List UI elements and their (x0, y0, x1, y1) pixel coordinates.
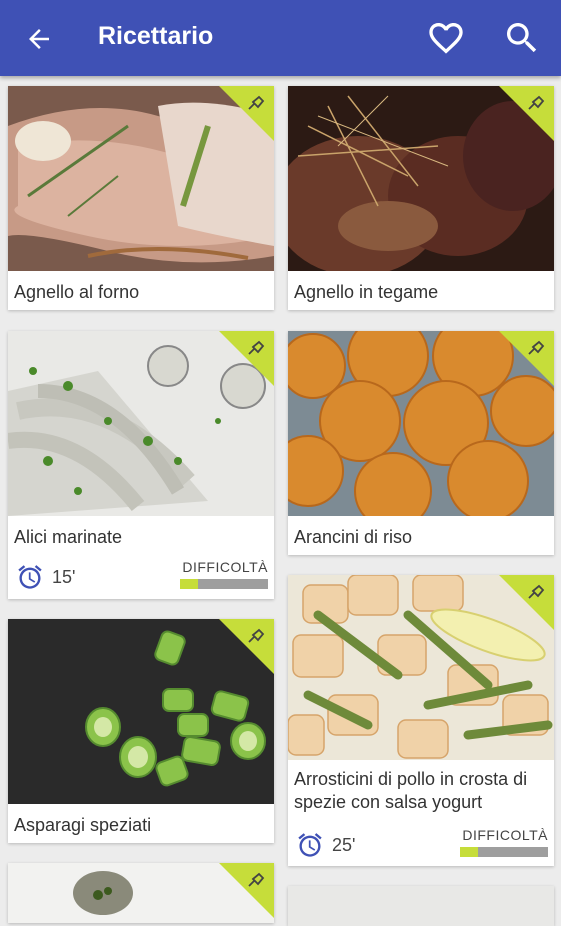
recipe-card[interactable]: Agnello in tegame (288, 86, 554, 310)
recipe-name: Alici marinate (14, 527, 123, 547)
recipe-card[interactable] (288, 886, 554, 926)
bookmark-ribbon-icon (219, 86, 274, 141)
recipe-card[interactable] (8, 863, 274, 923)
difficulty-label: DIFFICOLTÀ (462, 827, 548, 843)
difficulty-fill (460, 847, 478, 857)
page-title: Ricettario (98, 22, 214, 50)
alarm-clock-icon (298, 833, 322, 857)
app-bar: Ricettario (0, 0, 561, 76)
recipe-meta: 25' DIFFICOLTÀ (288, 825, 554, 865)
difficulty-label: DIFFICOLTÀ (182, 559, 268, 575)
difficulty-bar (180, 579, 268, 589)
arrow-back-icon[interactable] (24, 24, 54, 54)
difficulty-bar (460, 847, 548, 857)
bookmark-ribbon-icon (219, 331, 274, 386)
bookmark-ribbon-icon (499, 575, 554, 630)
bookmark-ribbon-icon (499, 331, 554, 386)
cook-time: 15' (52, 567, 76, 587)
recipe-card[interactable]: Asparagi speziati (8, 619, 274, 843)
bookmark-ribbon-icon (499, 86, 554, 141)
recipe-name: Agnello in tegame (294, 282, 439, 302)
alarm-clock-icon (18, 565, 42, 589)
search-icon[interactable] (502, 18, 542, 58)
recipe-name: Arrosticini di pollo in crosta di spezie… (294, 769, 528, 812)
difficulty-fill (180, 579, 198, 589)
cook-time: 25' (332, 835, 356, 855)
bookmark-ribbon-icon (219, 619, 274, 674)
bookmark-ribbon-icon (219, 863, 274, 918)
recipe-photo (288, 886, 554, 926)
recipe-card[interactable]: Agnello al forno (8, 86, 274, 310)
recipe-name: Arancini di riso (294, 527, 413, 547)
recipe-card[interactable]: Arrosticini di pollo in crosta di spezie… (288, 575, 554, 866)
heart-outline-icon[interactable] (426, 18, 466, 58)
recipe-name: Agnello al forno (14, 282, 140, 302)
recipe-name: Asparagi speziati (14, 815, 152, 835)
recipe-card[interactable]: Arancini di riso (288, 331, 554, 555)
recipe-meta: 15' DIFFICOLTÀ (8, 557, 274, 597)
recipe-card[interactable]: Alici marinate 15' DIFFICOLTÀ (8, 331, 274, 599)
